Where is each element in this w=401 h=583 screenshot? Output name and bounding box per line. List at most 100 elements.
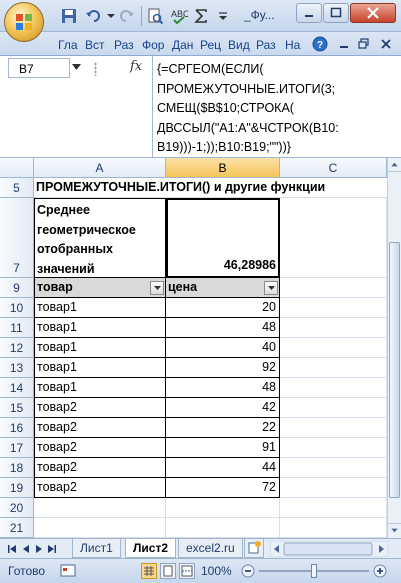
zoom-in-icon[interactable]: [373, 564, 387, 578]
empty-cell[interactable]: [280, 398, 387, 418]
tab-page-layout[interactable]: Раз: [114, 38, 134, 52]
last-sheet-icon[interactable]: [46, 543, 58, 555]
minimize-button[interactable]: [296, 3, 322, 23]
row-header[interactable]: 19: [0, 478, 34, 498]
product-cell[interactable]: товар1: [34, 338, 166, 358]
row-header[interactable]: 11: [0, 318, 34, 338]
product-cell[interactable]: товар2: [34, 478, 166, 498]
scroll-down-icon[interactable]: [388, 523, 401, 537]
print-preview-icon[interactable]: [146, 7, 164, 25]
empty-cell[interactable]: [280, 198, 387, 278]
empty-cell[interactable]: [166, 498, 280, 518]
row-header[interactable]: 13: [0, 358, 34, 378]
help-icon[interactable]: ?: [312, 36, 328, 52]
customize-quick-access-icon[interactable]: [214, 7, 232, 25]
price-cell[interactable]: 22: [166, 418, 280, 438]
section-title[interactable]: ПРОМЕЖУТОЧНЫЕ.ИТОГИ() и другие функции: [34, 178, 387, 198]
sheet-tab-2[interactable]: Лист2: [125, 539, 177, 558]
name-box-dropdown-icon[interactable]: [72, 64, 81, 70]
row-header[interactable]: 14: [0, 378, 34, 398]
window-restore-icon[interactable]: [358, 38, 370, 50]
scroll-up-icon[interactable]: [388, 158, 401, 172]
normal-view-button[interactable]: [141, 563, 157, 579]
zoom-slider-thumb[interactable]: [311, 564, 317, 578]
previous-sheet-icon[interactable]: [20, 543, 32, 555]
insert-sheet-button[interactable]: [244, 539, 264, 558]
tab-formulas[interactable]: Фор: [142, 38, 164, 52]
price-cell[interactable]: 91: [166, 438, 280, 458]
product-cell[interactable]: товар2: [34, 458, 166, 478]
empty-cell[interactable]: [280, 478, 387, 498]
row-header[interactable]: 10: [0, 298, 34, 318]
horizontal-scrollbar[interactable]: [270, 541, 388, 557]
row-header[interactable]: 9: [0, 278, 34, 298]
close-button[interactable]: [350, 3, 396, 23]
empty-cell[interactable]: [34, 498, 166, 518]
redo-icon[interactable]: [118, 7, 136, 25]
product-cell[interactable]: товар1: [34, 358, 166, 378]
product-cell[interactable]: товар2: [34, 418, 166, 438]
next-sheet-icon[interactable]: [33, 543, 45, 555]
column-header-b[interactable]: B: [166, 158, 280, 178]
filter-dropdown-product[interactable]: [150, 281, 164, 295]
price-cell[interactable]: 72: [166, 478, 280, 498]
autosum-icon[interactable]: [192, 7, 210, 25]
row-header[interactable]: 12: [0, 338, 34, 358]
empty-cell[interactable]: [280, 378, 387, 398]
window-close-icon[interactable]: [380, 38, 392, 50]
page-layout-view-button[interactable]: [160, 563, 176, 579]
formula-bar-splitter[interactable]: [94, 62, 97, 76]
table-header-product[interactable]: товар: [34, 278, 166, 298]
tab-insert[interactable]: Вст: [85, 38, 105, 52]
sheet-tab-3[interactable]: excel2.ru: [178, 539, 243, 558]
formula-input[interactable]: {=СРГЕОМ(ЕСЛИ( ПРОМЕЖУТОЧНЫЕ.ИТОГИ(3; СМ…: [152, 56, 401, 157]
empty-cell[interactable]: [280, 458, 387, 478]
price-cell[interactable]: 42: [166, 398, 280, 418]
row-header[interactable]: 16: [0, 418, 34, 438]
select-all-corner[interactable]: [0, 158, 34, 178]
price-cell[interactable]: 44: [166, 458, 280, 478]
empty-cell[interactable]: [280, 278, 387, 298]
empty-cell[interactable]: [280, 358, 387, 378]
price-cell[interactable]: 48: [166, 378, 280, 398]
empty-cell[interactable]: [34, 518, 166, 538]
empty-cell[interactable]: [280, 298, 387, 318]
zoom-out-icon[interactable]: [241, 564, 255, 578]
sheet-tab-1[interactable]: Лист1: [72, 539, 121, 558]
price-cell[interactable]: 48: [166, 318, 280, 338]
tab-addins[interactable]: На: [285, 38, 300, 52]
empty-cell[interactable]: [166, 518, 280, 538]
empty-cell[interactable]: [280, 318, 387, 338]
empty-cell[interactable]: [280, 498, 387, 518]
geomean-label-cell[interactable]: Среднее геометрическое отобранных значен…: [34, 198, 166, 278]
insert-function-icon[interactable]: fx: [130, 59, 142, 74]
price-cell[interactable]: 92: [166, 358, 280, 378]
product-cell[interactable]: товар1: [34, 298, 166, 318]
row-header[interactable]: 7: [0, 198, 34, 278]
tab-developer[interactable]: Раз: [256, 38, 276, 52]
macro-record-icon[interactable]: [60, 564, 76, 578]
maximize-button[interactable]: [323, 3, 349, 23]
price-cell[interactable]: 40: [166, 338, 280, 358]
product-cell[interactable]: товар2: [34, 398, 166, 418]
first-sheet-icon[interactable]: [6, 543, 18, 555]
product-cell[interactable]: товар1: [34, 378, 166, 398]
zoom-level[interactable]: 100%: [201, 564, 232, 578]
name-box[interactable]: B7: [8, 58, 70, 78]
office-button[interactable]: [4, 2, 44, 42]
filter-dropdown-price[interactable]: [264, 281, 278, 295]
empty-cell[interactable]: [280, 518, 387, 538]
product-cell[interactable]: товар1: [34, 318, 166, 338]
spelling-icon[interactable]: ABC: [170, 7, 188, 25]
row-header[interactable]: 18: [0, 458, 34, 478]
save-icon[interactable]: [60, 7, 78, 25]
undo-icon[interactable]: [84, 7, 102, 25]
tab-review[interactable]: Рец: [200, 38, 221, 52]
row-header[interactable]: 20: [0, 498, 34, 518]
tab-view[interactable]: Вид: [228, 38, 250, 52]
window-minimize-icon[interactable]: [338, 38, 350, 50]
table-header-price[interactable]: цена: [166, 278, 280, 298]
worksheet-grid[interactable]: A B C 5 ПРОМЕЖУТОЧНЫЕ.ИТОГИ() и другие ф…: [0, 158, 387, 538]
tab-data[interactable]: Дан: [172, 38, 193, 52]
column-header-a[interactable]: A: [34, 158, 166, 178]
